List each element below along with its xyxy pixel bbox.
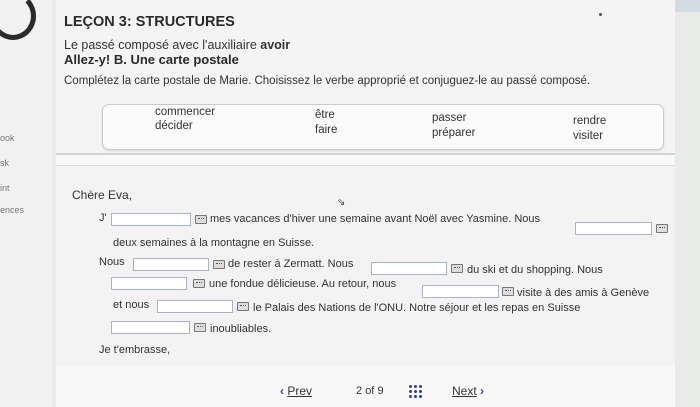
answer-input-4[interactable] [371, 262, 447, 275]
verb-passer: passer [432, 112, 467, 124]
letter-l3-end: du ski et du shopping. Nous [467, 264, 603, 276]
letter-l5-start: et nous [113, 299, 150, 311]
keyboard-icon[interactable] [194, 323, 206, 332]
keyboard-icon[interactable] [195, 215, 207, 224]
letter-l2: deux semaines à la montagne en Suisse. [113, 237, 315, 249]
keyboard-icon[interactable] [656, 224, 668, 233]
sidebar-item-references[interactable]: ences [0, 205, 24, 215]
letter-l5-end: le Palais des Nations de l'ONU. Notre sé… [253, 302, 581, 314]
chevron-left-icon: ‹ [280, 384, 284, 398]
next-button[interactable]: Next › [452, 384, 484, 398]
verb-preparer: préparer [432, 127, 476, 139]
sidebar-item-ask[interactable]: sk [0, 158, 9, 168]
keyboard-icon[interactable] [213, 260, 225, 269]
letter-l6-end: inoubliables. [210, 323, 272, 335]
chevron-right-icon: › [480, 384, 485, 398]
answer-input-3[interactable] [133, 258, 209, 271]
verb-bank: commencer décider être faire passer prép… [102, 104, 664, 150]
sidebar-item-print[interactable]: int [0, 183, 10, 193]
letter-closing: Je t'embrasse, [99, 344, 171, 356]
keyboard-icon[interactable] [193, 279, 205, 288]
answer-input-1[interactable] [111, 213, 191, 226]
letter-l3-start: Nous [99, 256, 125, 268]
top-right-button[interactable] [672, 0, 700, 12]
next-label: Next [452, 384, 477, 398]
status-dot [599, 13, 602, 16]
postcard-letter: Chère Eva, ⇘ J' mes vacances d'hiver une… [56, 165, 675, 366]
letter-l3-mid: de rester à Zermatt. Nous [228, 258, 354, 270]
prev-button[interactable]: ‹ Prev [280, 384, 312, 398]
lesson-title: LEÇON 3: STRUCTURES [64, 14, 235, 30]
answer-input-8[interactable] [111, 321, 190, 334]
page-indicator: 2 of 9 [356, 385, 384, 397]
verb-rendre: rendre [573, 115, 607, 127]
total-pages: 9 [377, 385, 384, 397]
keyboard-icon[interactable] [502, 287, 514, 296]
pagination: ‹ Prev 2 of 9 Next › [56, 372, 675, 407]
letter-l4-end: visite à des amis à Genève [517, 287, 650, 299]
current-page: 2 [356, 385, 363, 397]
letter-l1-start: J' [99, 212, 107, 224]
sidebar-item-book[interactable]: ook [0, 133, 15, 143]
answer-input-7[interactable] [157, 300, 233, 313]
main-panel: LEÇON 3: STRUCTURES Le passé composé ave… [56, 0, 675, 407]
sidebar: ook sk int ences [0, 0, 52, 407]
mouse-cursor: ⇘ [337, 197, 346, 208]
grid-icon[interactable] [408, 384, 422, 398]
verb-faire: faire [315, 124, 338, 136]
keyboard-icon[interactable] [451, 264, 463, 273]
letter-l4-mid: une fondue délicieuse. Au retour, nous [209, 278, 397, 290]
verb-decider: décider [155, 120, 193, 132]
lesson-subtitle: Le passé composé avec l'auxiliaire avoir [64, 38, 290, 52]
prev-label: Prev [287, 384, 313, 398]
letter-greeting: Chère Eva, [72, 188, 133, 202]
verb-commencer: commencer [155, 106, 216, 118]
activity-title: Allez-y! B. Une carte postale [64, 52, 239, 67]
answer-input-5[interactable] [111, 277, 187, 290]
answer-input-2[interactable] [575, 222, 652, 235]
app-logo [0, 0, 36, 40]
subtitle-bold: avoir [260, 38, 291, 52]
verb-visiter: visiter [573, 130, 604, 142]
verb-etre: être [315, 109, 335, 121]
answer-input-6[interactable] [422, 285, 499, 298]
question-header: LEÇON 3: STRUCTURES Le passé composé ave… [56, 0, 675, 155]
page-of-label: of [365, 385, 375, 397]
subtitle-text: Le passé composé avec l'auxiliaire [64, 38, 261, 52]
instructions: Complétez la carte postale de Marie. Cho… [64, 75, 591, 87]
letter-l1-after: mes vacances d'hiver une semaine avant N… [210, 213, 541, 225]
keyboard-icon[interactable] [237, 302, 249, 311]
